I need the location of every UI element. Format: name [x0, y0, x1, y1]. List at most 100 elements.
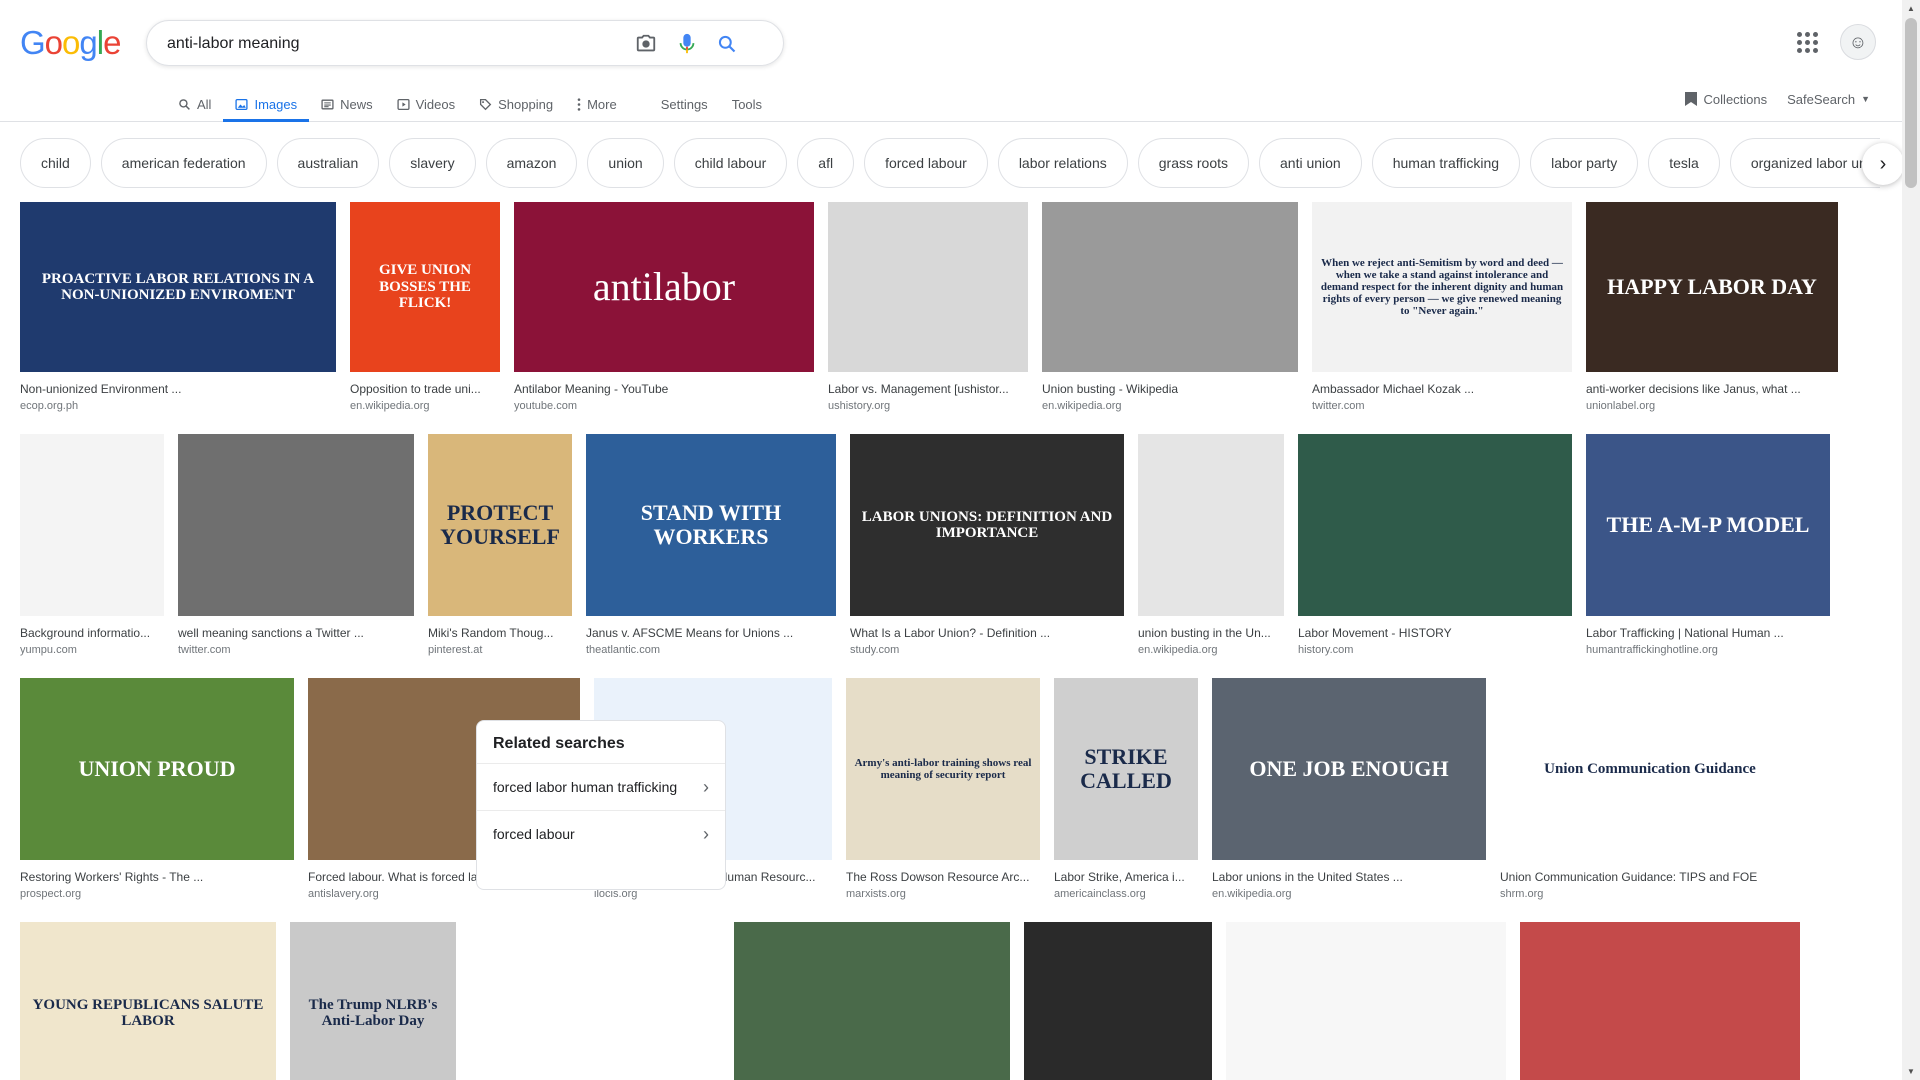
result-thumbnail[interactable] — [1520, 922, 1800, 1080]
result-title[interactable]: Opposition to trade uni... — [350, 382, 500, 396]
avatar[interactable]: ☺ — [1840, 24, 1876, 60]
result-title[interactable]: Labor Strike, America i... — [1054, 870, 1198, 884]
chip-american-federation[interactable]: american federation — [100, 138, 267, 188]
result-thumbnail[interactable]: THE A-M-P MODEL — [1586, 434, 1830, 616]
chevron-right-icon[interactable]: › — [1862, 143, 1904, 185]
result-thumbnail[interactable] — [734, 922, 1010, 1080]
image-result[interactable]: Background informatio... yumpu.com — [20, 434, 164, 656]
result-thumbnail[interactable]: STRIKE CALLED — [1054, 678, 1198, 860]
image-result[interactable] — [1520, 922, 1800, 1080]
image-result[interactable]: ONE JOB ENOUGH Labor unions in the United… — [1212, 678, 1486, 900]
image-result[interactable] — [1024, 922, 1212, 1080]
image-result[interactable]: When we reject anti-Semitism by word and… — [1312, 202, 1572, 412]
tab-images[interactable]: Images — [223, 86, 309, 122]
image-result[interactable]: THE A-M-P MODEL Labor Trafficking | Natio… — [1586, 434, 1830, 656]
tab-news[interactable]: News — [309, 86, 385, 122]
result-thumbnail[interactable]: HAPPY LABOR DAY — [1586, 202, 1838, 372]
result-title[interactable]: Non-unionized Environment ... — [20, 382, 336, 396]
image-result[interactable]: GIVE UNION BOSSES THE FLICK! Opposition t… — [350, 202, 500, 412]
result-title[interactable]: Labor vs. Management [ushistor... — [828, 382, 1028, 396]
google-logo[interactable]: Google — [20, 24, 121, 62]
chip-australian[interactable]: australian — [276, 138, 380, 188]
image-result[interactable] — [734, 922, 1010, 1080]
result-title[interactable]: Restoring Workers' Rights - The ... — [20, 870, 294, 884]
scroll-down-icon[interactable]: ▼ — [1906, 1067, 1916, 1076]
result-thumbnail[interactable] — [178, 434, 414, 616]
chip-grass-roots[interactable]: grass roots — [1137, 138, 1249, 188]
tab-more[interactable]: More — [565, 86, 629, 122]
chip-child-labour[interactable]: child labour — [673, 138, 788, 188]
search-box[interactable] — [146, 20, 784, 66]
chip-labor-relations[interactable]: labor relations — [997, 138, 1128, 188]
result-title[interactable]: Union busting - Wikipedia — [1042, 382, 1298, 396]
result-thumbnail[interactable]: antilabor — [514, 202, 814, 372]
chip-slavery[interactable]: slavery — [389, 138, 476, 188]
result-thumbnail[interactable] — [1042, 202, 1298, 372]
scroll-thumb[interactable] — [1905, 18, 1917, 188]
result-thumbnail[interactable]: When we reject anti-Semitism by word and… — [1312, 202, 1572, 372]
scroll-up-icon[interactable]: ▲ — [1906, 4, 1916, 13]
result-title[interactable]: union busting in the Un... — [1138, 626, 1284, 640]
search-icon[interactable] — [714, 31, 740, 57]
image-result[interactable]: UNION PROUD Restoring Workers' Rights - T… — [20, 678, 294, 900]
related-search-item[interactable]: forced labour › — [477, 810, 725, 857]
tools-link[interactable]: Tools — [720, 86, 774, 122]
result-thumbnail[interactable] — [1298, 434, 1572, 616]
result-title[interactable]: anti-worker decisions like Janus, what .… — [1586, 382, 1838, 396]
image-result[interactable]: HAPPY LABOR DAY anti-worker decisions lik… — [1586, 202, 1838, 412]
image-result[interactable]: Union Communication Guidance Union Commun… — [1500, 678, 1800, 900]
result-thumbnail[interactable]: UNION PROUD — [20, 678, 294, 860]
chip-child[interactable]: child — [20, 138, 91, 188]
tab-all[interactable]: All — [166, 86, 223, 122]
scrollbar[interactable]: ▲ ▼ — [1902, 0, 1920, 1080]
result-thumbnail[interactable]: GIVE UNION BOSSES THE FLICK! — [350, 202, 500, 372]
result-thumbnail[interactable]: Army's anti-labor training shows real me… — [846, 678, 1040, 860]
chip-forced-labour[interactable]: forced labour — [864, 138, 988, 188]
tab-shopping[interactable]: Shopping — [467, 86, 565, 122]
result-title[interactable]: Antilabor Meaning - YouTube — [514, 382, 814, 396]
chip-organized-labor-unions[interactable]: organized labor unions — [1729, 138, 1880, 188]
result-title[interactable]: Miki's Random Thoug... — [428, 626, 572, 640]
result-thumbnail[interactable]: STAND WITH WORKERS — [586, 434, 836, 616]
image-result[interactable]: PROACTIVE LABOR RELATIONS IN A NON-UNION… — [20, 202, 336, 412]
result-thumbnail[interactable] — [1138, 434, 1284, 616]
result-thumbnail[interactable] — [20, 434, 164, 616]
image-result[interactable]: STRIKE CALLED Labor Strike, America i... a… — [1054, 678, 1198, 900]
image-result[interactable]: Army's anti-labor training shows real me… — [846, 678, 1040, 900]
chip-anti-union[interactable]: anti union — [1259, 138, 1362, 188]
collections-link[interactable]: Collections — [1684, 91, 1767, 107]
result-title[interactable]: Background informatio... — [20, 626, 164, 640]
result-title[interactable]: Janus v. AFSCME Means for Unions ... — [586, 626, 836, 640]
image-result[interactable]: STAND WITH WORKERS Janus v. AFSCME Means … — [586, 434, 836, 656]
image-result[interactable]: Labor Movement - HISTORY history.com — [1298, 434, 1572, 656]
tab-videos[interactable]: Videos — [385, 86, 468, 122]
image-result[interactable] — [1226, 922, 1506, 1080]
image-result[interactable]: union busting in the Un... en.wikipedia.o… — [1138, 434, 1284, 656]
chip-afl[interactable]: afl — [797, 138, 855, 188]
camera-icon[interactable] — [633, 31, 659, 57]
related-search-item[interactable]: forced labor human trafficking › — [477, 763, 725, 810]
chip-amazon[interactable]: amazon — [485, 138, 578, 188]
result-thumbnail[interactable]: The Trump NLRB's Anti-Labor Day — [290, 922, 456, 1080]
result-thumbnail[interactable]: YOUNG REPUBLICANS SALUTE LABOR — [20, 922, 276, 1080]
result-title[interactable]: Labor Trafficking | National Human ... — [1586, 626, 1830, 640]
result-thumbnail[interactable]: PROTECT YOURSELF — [428, 434, 572, 616]
result-thumbnail[interactable]: PROACTIVE LABOR RELATIONS IN A NON-UNION… — [20, 202, 336, 372]
image-result[interactable]: Labor vs. Management [ushistor... ushisto… — [828, 202, 1028, 412]
chip-tesla[interactable]: tesla — [1648, 138, 1720, 188]
settings-link[interactable]: Settings — [649, 86, 720, 122]
result-title[interactable]: The Ross Dowson Resource Arc... — [846, 870, 1040, 884]
result-title[interactable]: Union Communication Guidance: TIPS and F… — [1500, 870, 1800, 884]
result-title[interactable]: Labor Movement - HISTORY — [1298, 626, 1572, 640]
result-title[interactable]: Ambassador Michael Kozak ... — [1312, 382, 1572, 396]
result-thumbnail[interactable]: Union Communication Guidance — [1500, 678, 1800, 860]
result-title[interactable]: What Is a Labor Union? - Definition ... — [850, 626, 1124, 640]
result-thumbnail[interactable] — [1024, 922, 1212, 1080]
result-thumbnail[interactable] — [828, 202, 1028, 372]
image-result[interactable]: Union busting - Wikipedia en.wikipedia.or… — [1042, 202, 1298, 412]
image-result[interactable]: antilabor Antilabor Meaning - YouTube yout… — [514, 202, 814, 412]
search-input[interactable] — [167, 32, 607, 56]
image-result[interactable]: YOUNG REPUBLICANS SALUTE LABOR — [20, 922, 276, 1080]
chip-labor-party[interactable]: labor party — [1530, 138, 1639, 188]
result-title[interactable]: well meaning sanctions a Twitter ... — [178, 626, 414, 640]
